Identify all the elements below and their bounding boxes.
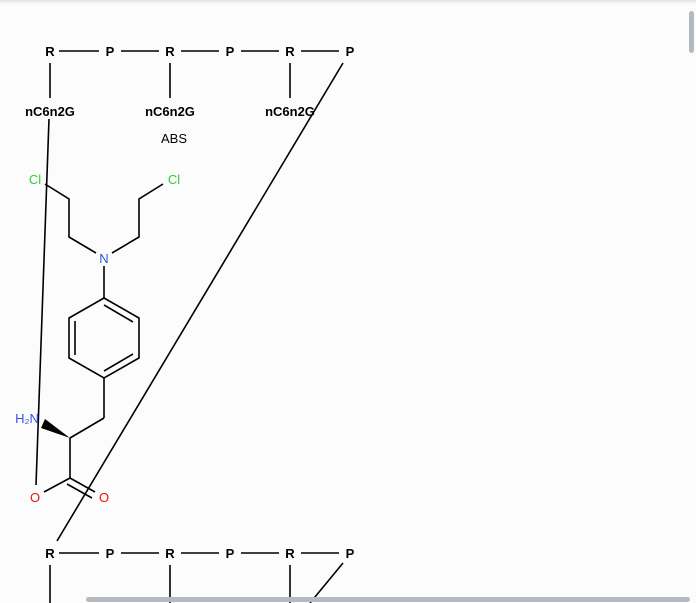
horizontal-scrollbar[interactable] [86,597,690,602]
chlorine-left: Cl [29,172,41,187]
oxygen-single: O [30,490,40,505]
molecule-canvas: R P R P R P nC6n2G nC6n2G nC6n2G ABS Cl … [15,44,355,603]
ring-double-bond [103,304,134,323]
residue-p2: P [226,546,235,561]
base-label-3: nC6n2G [265,104,315,119]
residue-p3: P [346,546,355,561]
oxygen-double: O [99,490,109,505]
stereo-wedge [41,419,70,438]
top-strand: R P R P R P nC6n2G nC6n2G nC6n2G ABS [25,44,355,146]
residue-p1: P [106,546,115,561]
chlorine-right: Cl [168,172,180,187]
residue-r3: R [285,44,295,59]
vertical-scrollbar[interactable] [689,11,694,53]
amine-group: H₂N [15,411,39,426]
residue-p2: P [226,44,235,59]
c-o-double-bond [66,483,93,499]
c-o-single-bond [43,477,71,493]
benzene-ring [68,297,140,379]
residue-p1: P [106,44,115,59]
alpha-bond [69,417,105,439]
nitrogen-atom: N [99,251,108,266]
residue-r1: R [45,44,55,59]
small-molecule: Cl Cl N H₂N O O [15,172,180,505]
residue-p3: P [346,44,355,59]
residue-r2: R [165,546,175,561]
residue-r2: R [165,44,175,59]
chloroethyl-arm-left [44,183,97,254]
chloroethyl-arm-right [111,183,164,254]
stereo-note: ABS [161,131,187,146]
structure-viewer[interactable]: R P R P R P nC6n2G nC6n2G nC6n2G ABS Cl … [0,0,696,603]
residue-r3: R [285,546,295,561]
bottom-strand: R P R P R P [45,546,355,603]
crosslink-bond [56,62,344,542]
residue-r1: R [45,546,55,561]
base-label-1: nC6n2G [25,104,75,119]
ring-double-bond [103,353,134,372]
base-label-2: nC6n2G [145,104,195,119]
